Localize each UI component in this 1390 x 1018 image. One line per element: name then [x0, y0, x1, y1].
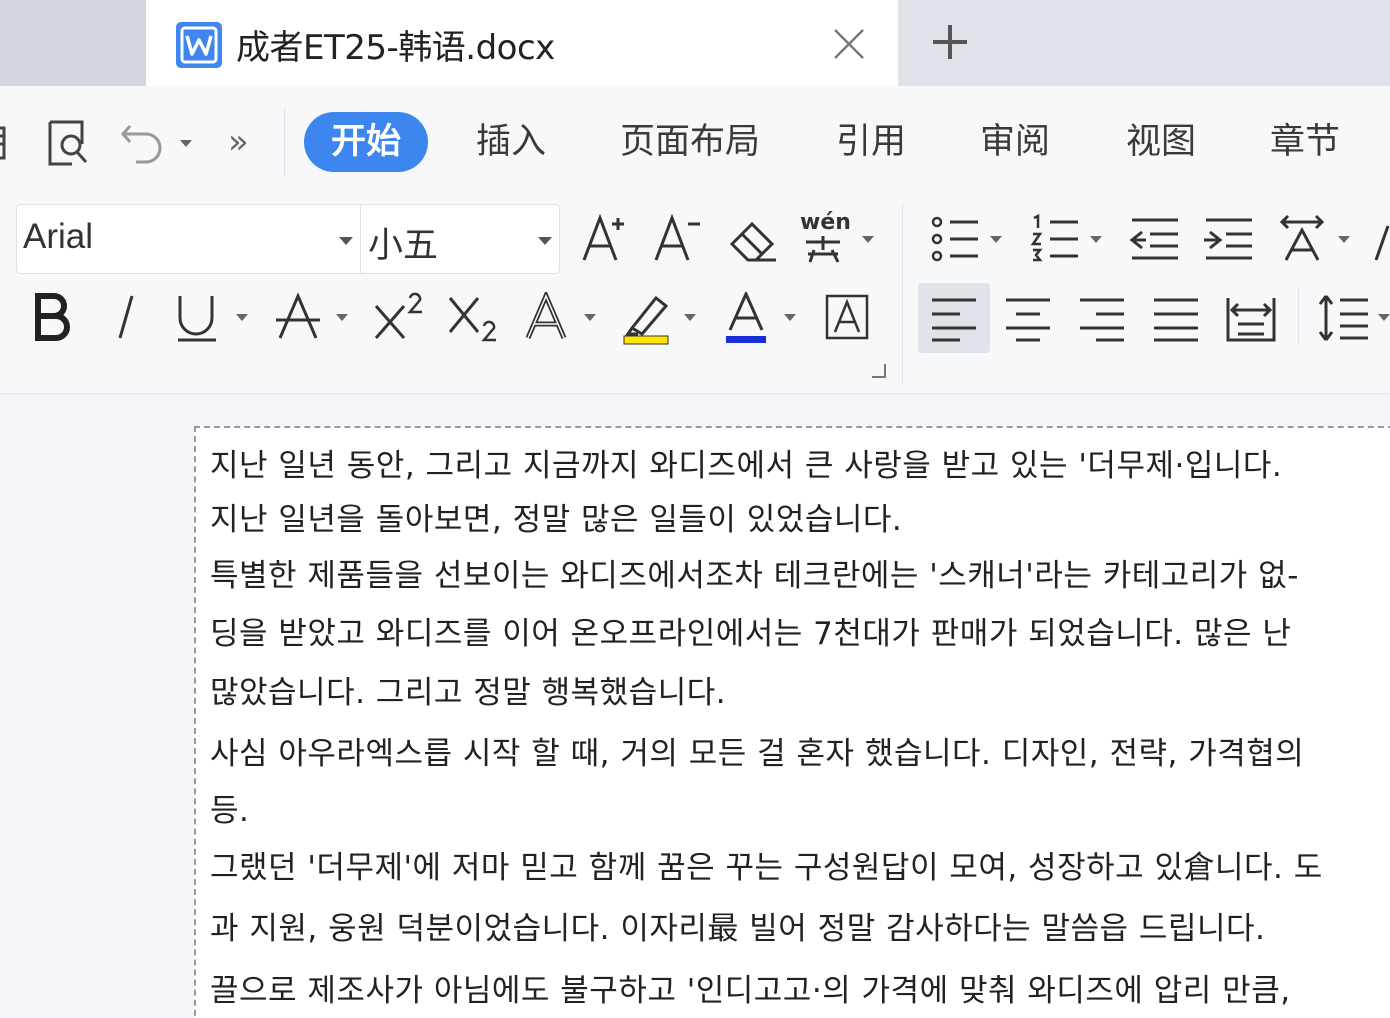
- increase-indent-icon[interactable]: [1202, 214, 1256, 264]
- underline-dropdown-icon[interactable]: [236, 314, 248, 321]
- paragraph: 과 지원, 웅원 덕분이었습니다. 이자리最 빌어 정말 감사하다는 말씀읍 드…: [210, 911, 1266, 947]
- tab-references[interactable]: 引用: [836, 112, 906, 172]
- font-color-dropdown-icon[interactable]: [784, 314, 796, 321]
- font-size-select[interactable]: 小五: [362, 205, 560, 273]
- paragraph: 지난 일년 동안, 그리고 지금까지 와디즈에서 큰 사랑을 받고 있는 '더무…: [210, 448, 1283, 484]
- tab-bar: 成者ET25-韩语.docx: [0, 0, 1390, 86]
- more-tools-button[interactable]: »: [228, 122, 249, 162]
- justify-icon[interactable]: [1152, 296, 1200, 342]
- pinyin-guide-icon[interactable]: wén: [800, 210, 851, 264]
- text-effect-icon[interactable]: [524, 292, 572, 342]
- bulleted-list-dropdown-icon[interactable]: [990, 236, 1002, 243]
- separator: [284, 108, 285, 176]
- tab-view[interactable]: 视图: [1126, 112, 1196, 172]
- font-color-icon[interactable]: [722, 292, 772, 346]
- strikethrough-dropdown-icon[interactable]: [336, 314, 348, 321]
- tab-home[interactable]: 开始: [304, 112, 429, 172]
- line-spacing-dropdown-icon[interactable]: [1378, 314, 1390, 321]
- previous-tab[interactable]: [0, 0, 146, 86]
- increase-font-size-icon[interactable]: [580, 212, 632, 264]
- tab-section[interactable]: 章节: [1270, 112, 1340, 172]
- font-selector-group: Arial 小五: [16, 204, 560, 274]
- pinyin-label: wén: [800, 210, 851, 235]
- subscript-icon[interactable]: [446, 292, 502, 344]
- align-center-icon[interactable]: [1004, 296, 1052, 342]
- chevron-down-icon: [339, 237, 353, 245]
- document-area: 지난 일년 동안, 그리고 지금까지 와디즈에서 큰 사랑을 받고 있는 '더무…: [0, 395, 1390, 1018]
- line-spacing-icon[interactable]: [1318, 292, 1370, 344]
- highlight-icon[interactable]: [622, 292, 672, 346]
- paragraph: 사심 아우라엑스릅 시작 할 때, 거의 모든 걸 혼자 했습니다. 디자인, …: [210, 736, 1305, 772]
- paragraph: 많았습니다. 그리고 정말 행복했습니다.: [210, 675, 727, 711]
- character-scaling-dropdown-icon[interactable]: [1338, 236, 1350, 243]
- tab-page-layout[interactable]: 页面布局: [620, 112, 760, 172]
- undo-dropdown-icon[interactable]: [180, 140, 192, 147]
- font-name-select[interactable]: Arial: [17, 205, 361, 273]
- clear-format-icon[interactable]: [726, 214, 780, 264]
- bulleted-list-icon[interactable]: [930, 214, 982, 264]
- tab-review[interactable]: 审阅: [980, 112, 1050, 172]
- highlight-dropdown-icon[interactable]: [684, 314, 696, 321]
- paragraph: 끌으로 제조사가 아님에도 불구하고 '인디고고·의 가격에 맞춰 와디즈에 압…: [210, 973, 1291, 1009]
- strikethrough-icon[interactable]: [274, 292, 324, 342]
- document-page[interactable]: 지난 일년 동안, 그리고 지금까지 와디즈에서 큰 사랑을 받고 있는 '더무…: [194, 426, 1390, 1018]
- separator: [1298, 286, 1299, 346]
- paragraph: 지난 일년을 돌아보면, 정말 많은 일들이 있었습니다.: [210, 502, 903, 538]
- paragraph: 그랬던 '더무제'에 저마 믿고 함께 꿈은 꾸는 구성원답이 모여, 성장하고…: [210, 850, 1323, 886]
- decrease-indent-icon[interactable]: [1128, 214, 1182, 264]
- numbered-list-dropdown-icon[interactable]: [1090, 236, 1102, 243]
- ribbon: » 开始 插入 页面布局 引用 审阅 视图 章节 Arial 小五 wén: [0, 86, 1390, 394]
- font-dialog-launcher-icon[interactable]: [872, 364, 886, 378]
- distributed-align-icon[interactable]: [1224, 294, 1278, 344]
- tab-insert[interactable]: 插入: [476, 112, 546, 172]
- align-left-icon[interactable]: [930, 296, 978, 342]
- superscript-icon[interactable]: [372, 292, 428, 342]
- align-right-icon[interactable]: [1078, 296, 1126, 342]
- paragraph: 특별한 제품들을 선보이는 와디즈에서조차 테크란에는 '스캐너'라는 카테고리…: [210, 558, 1299, 594]
- document-title: 成者ET25-韩语.docx: [236, 28, 555, 68]
- undo-icon[interactable]: [120, 120, 166, 168]
- bold-icon[interactable]: [34, 292, 74, 342]
- font-size-value: 小五: [368, 226, 439, 266]
- italic-icon[interactable]: [110, 292, 144, 342]
- character-border-icon[interactable]: [824, 292, 872, 342]
- close-icon[interactable]: [830, 25, 868, 63]
- print-icon[interactable]: [0, 118, 20, 170]
- wps-writer-icon: [176, 22, 222, 68]
- font-name-value: Arial: [23, 217, 94, 256]
- separator: [902, 204, 903, 384]
- print-preview-icon[interactable]: [46, 118, 94, 172]
- text-effect-dropdown-icon[interactable]: [584, 314, 596, 321]
- paragraph: 딩을 받았고 와디즈를 이어 온오프라인에서는 7천대가 판매가 되었습니다. …: [210, 616, 1292, 652]
- numbered-list-icon[interactable]: [1030, 214, 1082, 264]
- pinyin-dropdown-icon[interactable]: [862, 236, 874, 243]
- paragraph: 등.: [210, 793, 250, 829]
- underline-icon[interactable]: [174, 292, 220, 344]
- chevron-down-icon: [538, 237, 552, 245]
- text-direction-icon[interactable]: [1372, 220, 1390, 264]
- decrease-font-size-icon[interactable]: [652, 212, 704, 264]
- character-scaling-icon[interactable]: [1276, 214, 1332, 264]
- plus-icon[interactable]: [930, 22, 970, 62]
- document-tab[interactable]: 成者ET25-韩语.docx: [146, 0, 898, 86]
